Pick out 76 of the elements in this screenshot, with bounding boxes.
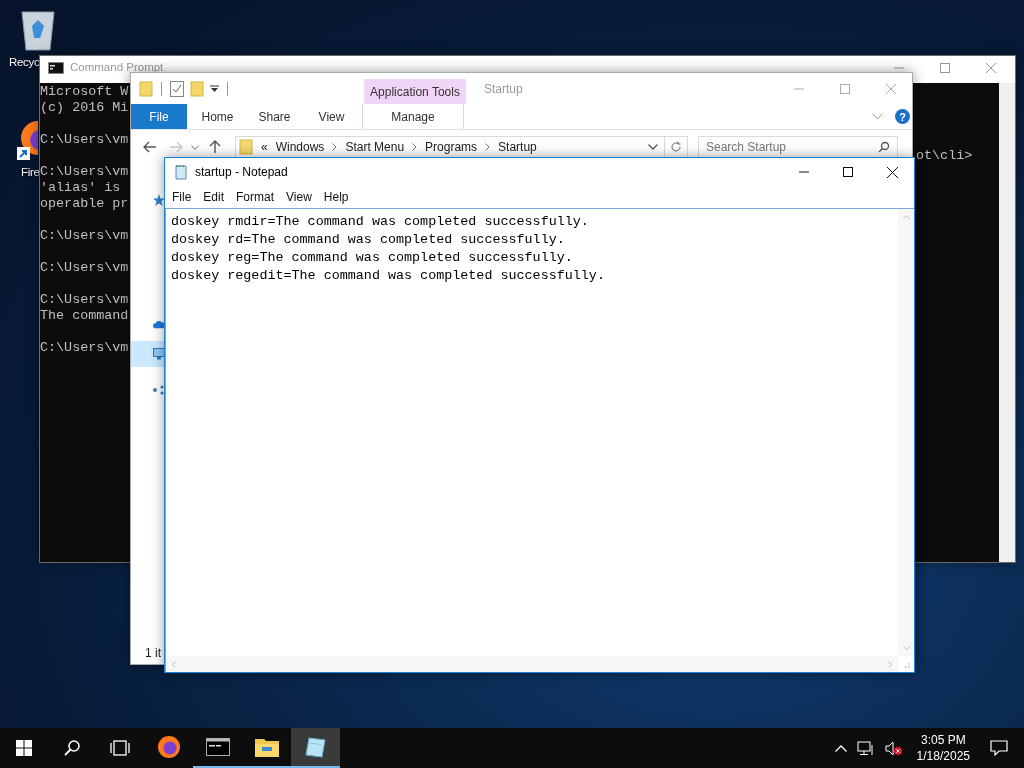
refresh-icon: [670, 141, 682, 153]
back-arrow-icon[interactable]: [143, 141, 157, 153]
console-icon: [205, 738, 230, 756]
monitor-icon: [153, 348, 165, 360]
task-view-icon[interactable]: [110, 740, 130, 756]
firefox-icon: [156, 735, 181, 759]
notepad-icon: [173, 164, 189, 180]
ribbon-tab[interactable]: Share: [246, 104, 303, 129]
chevron-icon[interactable]: [412, 143, 418, 151]
help-button[interactable]: ?: [895, 109, 910, 124]
chevron-icon[interactable]: [332, 143, 338, 151]
menu-item[interactable]: Help: [317, 190, 355, 204]
contextual-tab-group: Application Tools: [364, 79, 466, 104]
console-line: C:\Users\vm: [40, 164, 129, 179]
chevron-icon[interactable]: [485, 143, 491, 151]
text-line: doskey regedit=The command was completed successfully.: [171, 267, 606, 285]
text-line: doskey rmdir=The command was completed successfully.: [171, 213, 590, 231]
desktop-icon-label[interactable]: Fire: [21, 166, 40, 179]
notepad-icon: [303, 735, 328, 759]
nav-pane-item[interactable]: [131, 341, 165, 367]
clock[interactable]: 3:05 PM 1/18/2025: [916, 732, 970, 764]
desktop-icon-label[interactable]: Recyc: [9, 56, 40, 69]
breadcrumb[interactable]: Windows: [275, 140, 325, 154]
properties-icon[interactable]: [170, 80, 184, 97]
overflow-chevrons[interactable]: «: [261, 140, 268, 154]
text-line: doskey reg=The command was completed successfully.: [171, 249, 574, 267]
network-icon[interactable]: [856, 740, 875, 756]
console-icon: [48, 62, 64, 74]
maximize-icon[interactable]: [843, 167, 853, 177]
console-line: operable pr: [40, 196, 129, 211]
start-icon[interactable]: [16, 740, 32, 756]
close-icon[interactable]: [887, 166, 898, 178]
console-line: C:\Users\vm: [40, 260, 129, 275]
console-line: C:\Users\vm: [40, 292, 129, 307]
customize-caret-icon[interactable]: [210, 84, 219, 93]
ribbon-tab[interactable]: View: [303, 104, 360, 129]
show-hidden-icons-caret-icon[interactable]: [834, 744, 847, 752]
folder-icon: [239, 139, 253, 155]
search-icon[interactable]: [64, 740, 80, 756]
scrollbar[interactable]: [999, 83, 1015, 562]
window-title: startup - Notepad: [195, 165, 288, 179]
console-line: C:\Users\vm: [40, 132, 129, 147]
window-title: Command Prompt: [70, 62, 164, 73]
up-arrow-icon[interactable]: [209, 140, 221, 154]
network-icon: [153, 385, 165, 395]
console-line: 'alias' is: [40, 180, 121, 195]
ribbon-tab[interactable]: Home: [189, 104, 246, 129]
breadcrumb[interactable]: Start Menu: [345, 140, 405, 154]
ribbon-tab[interactable]: Manage: [362, 104, 464, 129]
star-icon: [153, 194, 165, 206]
console-line: ot\cli>: [916, 148, 973, 163]
menu-item[interactable]: Format: [230, 190, 281, 204]
window-title: Startup: [484, 81, 523, 96]
text-line: doskey rd=The command was completed successfully.: [171, 231, 566, 249]
console-line: C:\Users\vm: [40, 228, 129, 243]
recycle-bin-icon[interactable]: [18, 8, 58, 52]
expand-ribbon-icon[interactable]: [872, 113, 883, 120]
console-line: C:\Users\vm: [40, 340, 129, 355]
ribbon-tab[interactable]: File: [131, 104, 187, 129]
menu-item[interactable]: File: [166, 190, 198, 204]
dropdown-caret-icon[interactable]: [648, 144, 658, 150]
search-icon: [878, 141, 890, 153]
taskbar-app-button[interactable]: [291, 728, 340, 768]
breadcrumb[interactable]: Programs: [425, 140, 478, 154]
notifications-icon[interactable]: [990, 740, 1008, 756]
folder-icon: [254, 737, 279, 757]
muted-speaker-icon[interactable]: [884, 740, 903, 756]
breadcrumb[interactable]: Startup: [498, 140, 537, 154]
resize-grip-icon[interactable]: [902, 660, 910, 668]
menu-item[interactable]: Edit: [197, 190, 231, 204]
menu-item[interactable]: View: [280, 190, 318, 204]
console-line: (c) 2016 Mi: [40, 100, 129, 115]
console-line: The command: [40, 308, 129, 323]
status-text: 1 it: [145, 646, 161, 660]
recent-locations-caret-icon[interactable]: [191, 144, 199, 150]
console-line: Microsoft W: [40, 84, 129, 99]
